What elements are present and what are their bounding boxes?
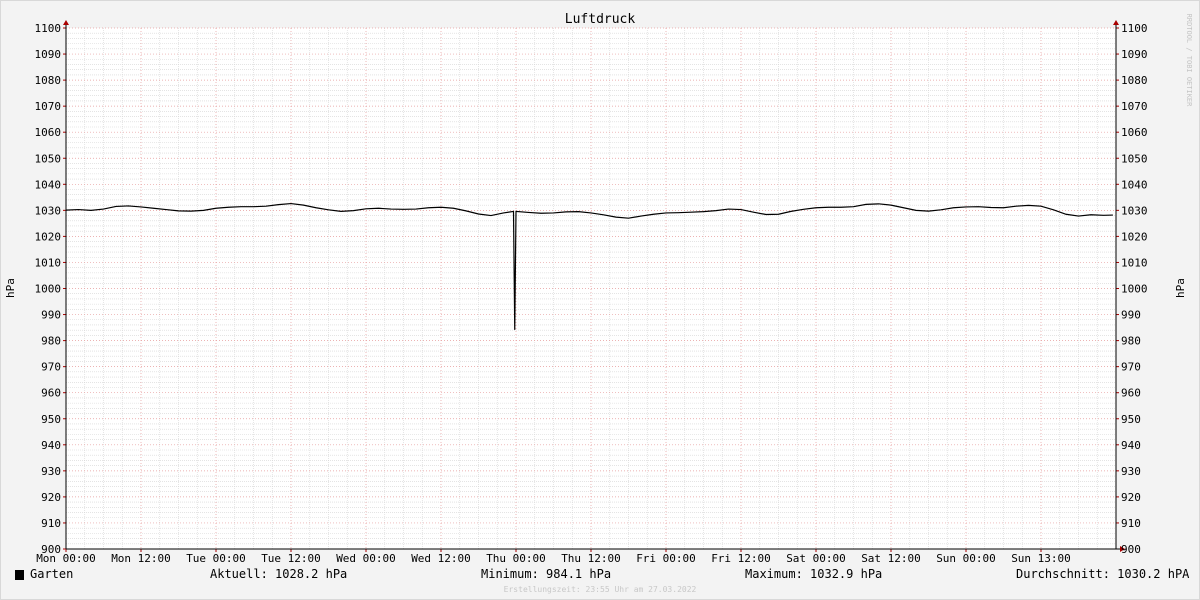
y-tick-label-left: 1040 bbox=[35, 178, 62, 191]
y-tick-label-left: 990 bbox=[41, 309, 61, 322]
legend-swatch-garten bbox=[15, 570, 24, 580]
y-tick-label-right: 930 bbox=[1121, 465, 1141, 478]
y-tick-label-right: 950 bbox=[1121, 413, 1141, 426]
x-tick-label: Sat 00:00 bbox=[786, 552, 846, 565]
y-tick-label-left: 1010 bbox=[35, 256, 62, 269]
y-axis-label-right: hPa bbox=[1174, 278, 1187, 298]
x-tick-label: Mon 12:00 bbox=[111, 552, 171, 565]
pressure-chart: 900 900910 910920 920930 930940 940950 950960 9… bbox=[4, 12, 1193, 565]
y-tick-label-left: 930 bbox=[41, 465, 61, 478]
y-tick-label-left: 1020 bbox=[35, 230, 62, 243]
x-tick-label: Sat 12:00 bbox=[861, 552, 921, 565]
y-tick-label-right: 1090 bbox=[1121, 48, 1148, 61]
y-tick-label-left: 1050 bbox=[35, 152, 62, 165]
y-tick-label-left: 1060 bbox=[35, 126, 62, 139]
y-tick-label-left: 980 bbox=[41, 335, 61, 348]
x-tick-label: Thu 00:00 bbox=[486, 552, 546, 565]
y-tick-label-right: 980 bbox=[1121, 335, 1141, 348]
y-tick-label-left: 1070 bbox=[35, 100, 62, 113]
x-tick-label: Fri 12:00 bbox=[711, 552, 771, 565]
x-tick-label: Wed 12:00 bbox=[411, 552, 471, 565]
y-axis-arrow-left bbox=[63, 20, 69, 25]
x-tick-label: Tue 12:00 bbox=[261, 552, 321, 565]
y-tick-label-right: 960 bbox=[1121, 387, 1141, 400]
y-tick-label-right: 1020 bbox=[1121, 230, 1148, 243]
creation-timestamp: Erstellungszeit: 23:55 Uhr am 27.03.2022 bbox=[503, 585, 697, 594]
y-axis-arrow-right bbox=[1113, 20, 1119, 25]
x-tick-label: Wed 00:00 bbox=[336, 552, 396, 565]
y-tick-label-left: 910 bbox=[41, 517, 61, 530]
stat-minimum: Minimum: 984.1 hPa bbox=[481, 567, 612, 581]
y-tick-label-right: 1050 bbox=[1121, 152, 1148, 165]
y-tick-label-right: 940 bbox=[1121, 439, 1141, 452]
x-tick-label: Mon 00:00 bbox=[36, 552, 96, 565]
stat-maximum: Maximum: 1032.9 hPa bbox=[745, 567, 883, 581]
y-tick-label-right: 1080 bbox=[1121, 74, 1148, 87]
stat-durchschnitt: Durchschnitt: 1030.2 hPA bbox=[1016, 567, 1190, 581]
y-tick-label-right: 970 bbox=[1121, 361, 1141, 374]
y-tick-label-left: 970 bbox=[41, 361, 61, 374]
y-tick-label-left: 1000 bbox=[35, 283, 62, 296]
y-tick-label-right: 1060 bbox=[1121, 126, 1148, 139]
y-tick-label-right: 910 bbox=[1121, 517, 1141, 530]
y-axis-label-left: hPa bbox=[4, 278, 17, 298]
stat-aktuell: Aktuell: 1028.2 hPa bbox=[210, 567, 348, 581]
y-tick-label-left: 960 bbox=[41, 387, 61, 400]
x-tick-label: Sun 00:00 bbox=[936, 552, 996, 565]
y-tick-label-right: 1100 bbox=[1121, 22, 1148, 35]
y-tick-label-right: 1030 bbox=[1121, 204, 1148, 217]
y-tick-label-left: 940 bbox=[41, 439, 61, 452]
y-tick-label-right: 990 bbox=[1121, 309, 1141, 322]
y-tick-label-left: 1100 bbox=[35, 22, 62, 35]
y-tick-label-right: 1010 bbox=[1121, 256, 1148, 269]
x-tick-label: Tue 00:00 bbox=[186, 552, 246, 565]
x-tick-label: Sun 13:00 bbox=[1011, 552, 1071, 565]
chart-title: Luftdruck bbox=[565, 12, 636, 27]
y-tick-label-left: 950 bbox=[41, 413, 61, 426]
y-tick-label-right: 1070 bbox=[1121, 100, 1148, 113]
y-tick-label-right: 920 bbox=[1121, 491, 1141, 504]
y-tick-label-left: 920 bbox=[41, 491, 61, 504]
x-tick-label: Fri 00:00 bbox=[636, 552, 696, 565]
legend-series-name: Garten bbox=[30, 567, 74, 581]
y-tick-label-left: 1090 bbox=[35, 48, 62, 61]
y-tick-label-left: 1030 bbox=[35, 204, 62, 217]
x-tick-label: Thu 12:00 bbox=[561, 552, 621, 565]
y-tick-label-right: 900 bbox=[1121, 543, 1141, 556]
y-tick-label-right: 1000 bbox=[1121, 283, 1148, 296]
y-tick-label-right: 1040 bbox=[1121, 178, 1148, 191]
y-tick-label-left: 1080 bbox=[35, 74, 62, 87]
watermark: RRDTOOL / TOBI OETIKER bbox=[1185, 14, 1193, 108]
